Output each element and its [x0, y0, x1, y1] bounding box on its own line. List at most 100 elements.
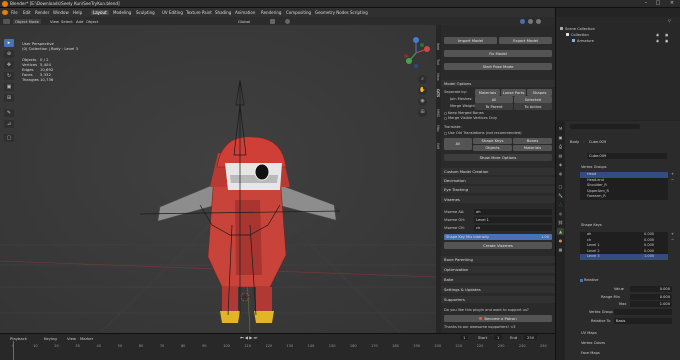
render-camera-icon[interactable]: ▣ [665, 33, 668, 37]
translate-shape-keys-button[interactable]: Shape Keys [473, 138, 512, 144]
timeline-menu-view[interactable]: View [67, 336, 76, 341]
object-tab-icon[interactable]: ▢ [557, 183, 564, 190]
proportional-icon[interactable] [285, 18, 290, 24]
viewport-menu-view[interactable]: View [50, 19, 59, 24]
render-tab-icon[interactable]: ▣ [557, 134, 564, 141]
tool-tab-icon[interactable]: ⚒ [557, 125, 564, 132]
zoom-icon[interactable]: ⌕ [418, 75, 427, 84]
relative-checkbox[interactable]: Relative [580, 278, 599, 282]
camera-view-icon[interactable]: ◉ [418, 97, 427, 106]
physics-tab-icon[interactable]: ◎ [557, 210, 564, 217]
workspace-tab-texture-paint[interactable]: Texture Paint [184, 10, 214, 15]
start-pose-mode-button[interactable]: Start Pose Mode [444, 63, 552, 70]
play-controls[interactable]: ⏮ ◀ ▶ ⏭ [240, 335, 257, 340]
mesh-data-tab-icon[interactable]: ▲ [557, 228, 564, 235]
navigation-gizmo[interactable] [400, 37, 432, 69]
separate-shapes-button[interactable]: Shapes [527, 89, 552, 96]
section-model-options[interactable]: Model Options [441, 80, 555, 87]
end-frame-field[interactable]: 250 [524, 335, 538, 340]
menu-render[interactable]: Render [35, 10, 49, 15]
workspace-tab-compositing[interactable]: Compositing [284, 10, 313, 15]
outliner-item-collection[interactable]: Collection [566, 33, 589, 37]
annotate-icon[interactable]: ✎ [4, 109, 14, 117]
outliner-scene-collection[interactable]: Scene Collection [560, 27, 595, 31]
section-settings-updates[interactable]: Settings & Updates [441, 286, 555, 293]
grid-view-icon[interactable]: ⊞ [418, 108, 427, 117]
merge-to-active-button[interactable]: To Active [514, 103, 552, 110]
section-face-maps[interactable]: Face Maps [581, 351, 600, 355]
remove-shape-key-icon[interactable]: − [671, 238, 674, 242]
blender-menu-icon[interactable] [2, 10, 8, 15]
vertex-groups-header[interactable]: Vertex Groups [581, 165, 607, 169]
outliner-filter-icon[interactable]: ▽ [668, 19, 671, 23]
max-field[interactable]: 1.000 [630, 301, 672, 307]
export-model-button[interactable]: Export Model [499, 37, 552, 44]
timeline[interactable]: Playback Keying View Marker ⏮ ◀ ▶ ⏭ 1 St… [0, 333, 555, 360]
visibility-eye-icon[interactable]: ◉ [656, 39, 659, 43]
view-layer-tab-icon[interactable]: ▤ [557, 152, 564, 159]
side-tab-item[interactable]: Item [436, 43, 440, 50]
add-shape-key-icon[interactable]: + [671, 232, 674, 236]
section-optimization[interactable]: Optimization [441, 266, 555, 273]
transform-icon[interactable]: ⊞ [4, 94, 14, 102]
show-more-options-button[interactable]: Show More Options [444, 154, 552, 161]
merge-visible-checkbox[interactable]: Merge Visible Vertices Only [444, 116, 497, 120]
mode-selector[interactable]: Object Mode [13, 18, 41, 24]
section-bake[interactable]: Bake [441, 276, 555, 283]
menu-file[interactable]: File [11, 10, 18, 15]
vertex-group-item[interactable]: Forearm_R [580, 194, 668, 200]
section-supporters[interactable]: Supporters [441, 296, 555, 303]
side-tab-mmd[interactable]: MMD [436, 109, 440, 117]
close-icon[interactable]: × [665, 0, 679, 8]
orientation-selector[interactable]: Global [238, 19, 250, 24]
world-tab-icon[interactable]: ◍ [557, 170, 564, 177]
material-tab-icon[interactable]: ● [557, 237, 564, 244]
viseme-ch-field[interactable]: ch [474, 225, 552, 231]
value-field[interactable]: 0.000 [630, 286, 672, 292]
output-tab-icon[interactable]: ⎙ [557, 143, 564, 150]
join-selected-button[interactable]: Selected [514, 96, 552, 103]
translate-materials-button[interactable]: Materials [513, 145, 552, 151]
section-decimation[interactable]: Decimation [441, 177, 555, 184]
minimize-icon[interactable]: – [640, 0, 652, 8]
workspace-tab-layout[interactable]: Layout [91, 10, 109, 15]
separate-materials-button[interactable]: Materials [475, 89, 500, 96]
translate-all-button[interactable]: All [444, 138, 472, 150]
shape-keys-header[interactable]: Shape Keys [581, 223, 602, 227]
become-patron-button[interactable]: Become a Patron [444, 315, 552, 322]
properties-search[interactable] [570, 124, 640, 129]
section-eye-tracking[interactable]: Eye Tracking [441, 186, 555, 193]
scale-icon[interactable]: ▣ [4, 83, 14, 91]
pan-hand-icon[interactable]: ✋ [418, 86, 427, 95]
viewport-shading-material-icon[interactable] [528, 18, 533, 24]
menu-edit[interactable]: Edit [23, 10, 31, 15]
viewport-shading-rendered-icon[interactable] [536, 18, 541, 24]
visibility-eye-icon[interactable]: ◉ [656, 33, 659, 37]
section-uv-maps[interactable]: UV Maps [581, 331, 597, 335]
import-model-button[interactable]: Import Model [444, 37, 497, 44]
workspace-tab-scripting[interactable]: Scripting [348, 10, 370, 15]
use-old-translations-checkbox[interactable]: Use Old Translations (not recommended) [444, 131, 522, 135]
viseme-oh-field[interactable]: Level 1 [474, 217, 552, 223]
select-box-icon[interactable]: ▸ [4, 39, 14, 47]
workspace-tab-sculpting[interactable]: Sculpting [134, 10, 157, 15]
remove-vertex-group-icon[interactable]: − [671, 178, 674, 182]
constraints-tab-icon[interactable]: ⛓ [557, 219, 564, 226]
join-all-button[interactable]: All [475, 96, 513, 103]
section-vertex-colors[interactable]: Vertex Colors [581, 341, 605, 345]
workspace-tab-uv-editing[interactable]: UV Editing [160, 10, 185, 15]
move-icon[interactable]: ✥ [4, 61, 14, 69]
texture-tab-icon[interactable]: ▦ [557, 246, 564, 253]
measure-icon[interactable]: ⊿ [4, 120, 14, 128]
viewport-menu-add[interactable]: Add [76, 19, 83, 24]
side-tab-tool[interactable]: Tool [436, 59, 440, 65]
scene-tab-icon[interactable]: ◈ [557, 161, 564, 168]
playhead[interactable] [13, 341, 14, 360]
snap-icon[interactable] [270, 18, 275, 24]
range-min-field[interactable]: 0.000 [630, 294, 672, 300]
viewport-menu-select[interactable]: Select [61, 19, 73, 24]
workspace-tab-animation[interactable]: Animation [233, 10, 257, 15]
side-tab-misc[interactable]: Misc [436, 125, 440, 132]
timeline-menu-keying[interactable]: Keying [44, 336, 57, 341]
side-tab-edit[interactable]: Edit [436, 143, 440, 149]
